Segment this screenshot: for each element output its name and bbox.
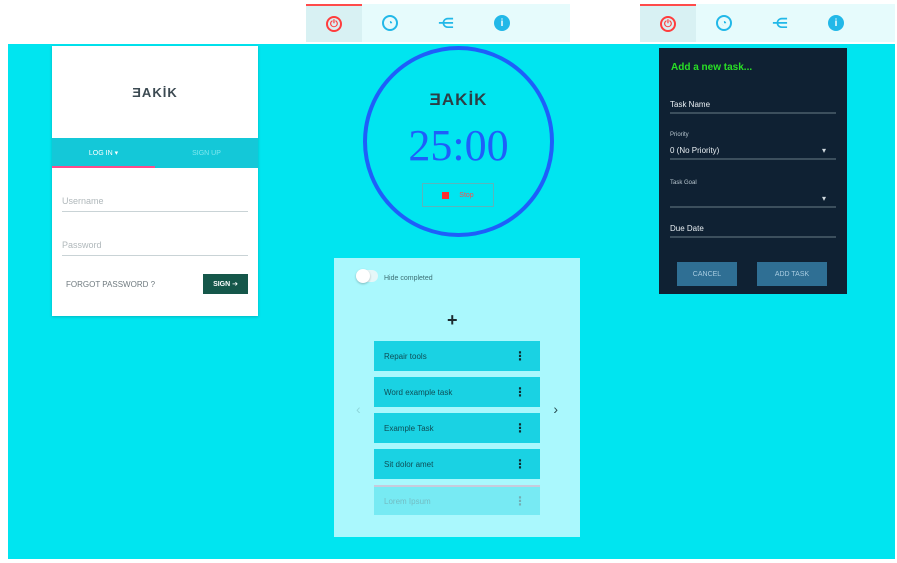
add-task-button[interactable]: + [447, 310, 458, 331]
pomodoro-timer: ƎAKİK 25:00 Stop [363, 46, 554, 237]
timer-logo: ƎAKİK [429, 90, 488, 109]
sign-in-button[interactable]: SIGN ➔ [203, 274, 248, 294]
priority-select[interactable]: 0 (No Priority) [670, 146, 836, 160]
password-field[interactable]: Password [62, 240, 248, 256]
nav-info-button[interactable]: i [474, 4, 530, 42]
task-title: Repair tools [384, 351, 427, 361]
stop-icon [442, 191, 450, 199]
nav-share-button[interactable]: ⋲ [418, 4, 474, 42]
nav-power-button[interactable]: ⏻ [640, 4, 696, 42]
top-nav-right: ⏻ ◔ ⋲ i [640, 4, 895, 42]
hide-completed-toggle[interactable] [356, 269, 378, 283]
task-item[interactable]: Repair tools ⋮ [374, 341, 540, 371]
task-goal-label: Task Goal [670, 180, 697, 186]
login-actions: FORGOT PASSWORD ? SIGN ➔ [66, 274, 248, 294]
hide-completed-label: Hide completed [384, 275, 433, 282]
stop-label: Stop [459, 191, 474, 199]
next-page-arrow[interactable]: › [553, 401, 558, 417]
add-task-panel: Add a new task... Task Name Priority 0 (… [659, 48, 847, 294]
task-goal-select[interactable] [670, 194, 836, 208]
forgot-password-link[interactable]: FORGOT PASSWORD ? [66, 280, 155, 289]
share-icon: ⋲ [771, 14, 789, 31]
info-icon: i [494, 15, 510, 31]
more-vert-icon[interactable]: ⋮ [514, 385, 526, 399]
more-vert-icon[interactable]: ⋮ [514, 494, 526, 508]
task-item[interactable]: Sit dolor amet ⋮ [374, 449, 540, 479]
nav-user-button[interactable]: ◔ [696, 4, 752, 42]
task-title: Example Task [384, 423, 434, 433]
task-item[interactable]: Lorem Ipsum ⋮ [374, 485, 540, 515]
timer-display: 25:00 [408, 121, 509, 170]
task-item[interactable]: Example Task ⋮ [374, 413, 540, 443]
more-vert-icon[interactable]: ⋮ [514, 421, 526, 435]
user-icon: ◔ [716, 15, 732, 31]
stop-button[interactable]: Stop [422, 183, 494, 207]
more-vert-icon[interactable]: ⋮ [514, 457, 526, 471]
login-tabs: LOG IN ▾ SIGN UP [52, 138, 258, 168]
nav-power-button[interactable]: ⏻ [306, 4, 362, 42]
top-nav-left: ⏻ ◔ ⋲ i [306, 4, 570, 42]
task-name-field[interactable]: Task Name [670, 100, 836, 114]
add-task-submit-button[interactable]: ADD TASK [757, 262, 827, 286]
tab-indicator [52, 166, 155, 168]
prev-page-arrow[interactable]: ‹ [356, 401, 361, 417]
info-icon: i [828, 15, 844, 31]
task-list: Repair tools ⋮ Word example task ⋮ Examp… [374, 341, 540, 521]
tab-login[interactable]: LOG IN ▾ [52, 138, 155, 168]
user-icon: ◔ [382, 15, 398, 31]
due-date-field[interactable]: Due Date [670, 224, 836, 238]
app-logo: ƎAKİK [132, 84, 178, 100]
login-panel: ƎAKİK LOG IN ▾ SIGN UP Username Password… [52, 46, 258, 316]
username-field[interactable]: Username [62, 196, 248, 212]
task-title: Word example task [384, 387, 453, 397]
more-vert-icon[interactable]: ⋮ [514, 349, 526, 363]
cancel-button[interactable]: CANCEL [677, 262, 737, 286]
nav-user-button[interactable]: ◔ [362, 4, 418, 42]
nav-info-button[interactable]: i [808, 4, 864, 42]
toggle-knob [356, 269, 370, 283]
task-list-panel: Hide completed + ‹ › Repair tools ⋮ Word… [334, 258, 580, 537]
power-icon: ⏻ [660, 16, 676, 32]
tab-signup[interactable]: SIGN UP [155, 138, 258, 168]
share-icon: ⋲ [437, 14, 455, 31]
priority-label: Priority [670, 132, 689, 138]
add-task-title: Add a new task... [671, 62, 753, 73]
task-title: Lorem Ipsum [384, 496, 431, 506]
task-item[interactable]: Word example task ⋮ [374, 377, 540, 407]
power-icon: ⏻ [326, 16, 342, 32]
nav-share-button[interactable]: ⋲ [752, 4, 808, 42]
task-title: Sit dolor amet [384, 459, 434, 469]
